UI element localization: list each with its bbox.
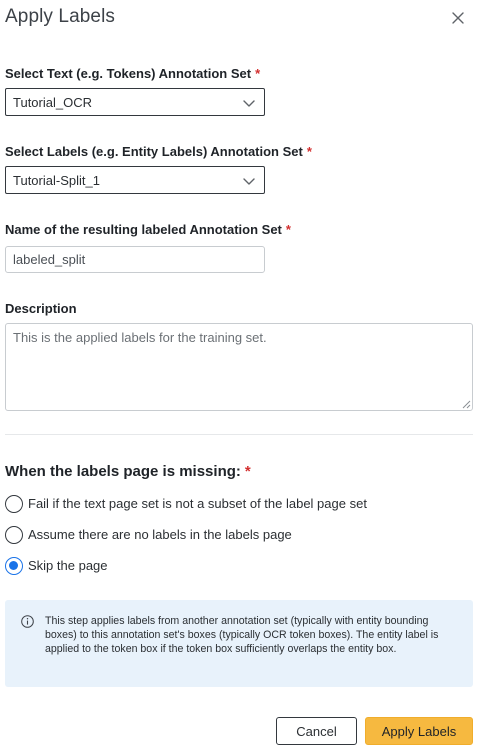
radio-option-label: Assume there are no labels in the labels… xyxy=(28,527,292,542)
dialog-title: Apply Labels xyxy=(5,6,115,27)
close-icon[interactable] xyxy=(449,9,467,27)
text-set-label: Select Text (e.g. Tokens) Annotation Set… xyxy=(5,66,261,81)
cancel-button[interactable]: Cancel xyxy=(276,717,357,745)
info-icon xyxy=(21,615,34,628)
result-name-label: Name of the resulting labeled Annotation… xyxy=(5,222,291,237)
radio-button-selected[interactable] xyxy=(5,557,23,575)
info-callout: This step applies labels from another an… xyxy=(5,600,473,687)
chevron-down-icon xyxy=(243,100,255,107)
required-marker: * xyxy=(306,144,312,159)
apply-labels-button[interactable]: Apply Labels xyxy=(365,717,473,745)
labels-set-label: Select Labels (e.g. Entity Labels) Annot… xyxy=(5,144,312,159)
radio-option-label: Skip the page xyxy=(28,558,108,573)
apply-labels-dialog: Apply Labels Select Text (e.g. Tokens) A… xyxy=(0,0,477,750)
radio-option-label: Fail if the text page set is not a subse… xyxy=(28,496,367,511)
description-label: Description xyxy=(5,301,77,316)
required-marker: * xyxy=(255,66,261,81)
text-set-value: Tutorial_OCR xyxy=(13,95,92,110)
divider xyxy=(5,434,473,435)
missing-page-title: When the labels page is missing: * xyxy=(5,463,251,480)
resize-handle-icon[interactable] xyxy=(462,400,471,409)
labels-set-value: Tutorial-Split_1 xyxy=(13,173,100,188)
chevron-down-icon xyxy=(243,178,255,185)
radio-button[interactable] xyxy=(5,526,23,544)
required-marker: * xyxy=(285,222,291,237)
description-textarea[interactable]: This is the applied labels for the train… xyxy=(5,323,473,411)
text-set-select[interactable]: Tutorial_OCR xyxy=(5,88,265,116)
radio-button[interactable] xyxy=(5,495,23,513)
required-marker: * xyxy=(244,463,251,480)
labels-set-select[interactable]: Tutorial-Split_1 xyxy=(5,166,265,194)
info-text: This step applies labels from another an… xyxy=(45,615,439,656)
result-name-input[interactable] xyxy=(5,246,265,273)
